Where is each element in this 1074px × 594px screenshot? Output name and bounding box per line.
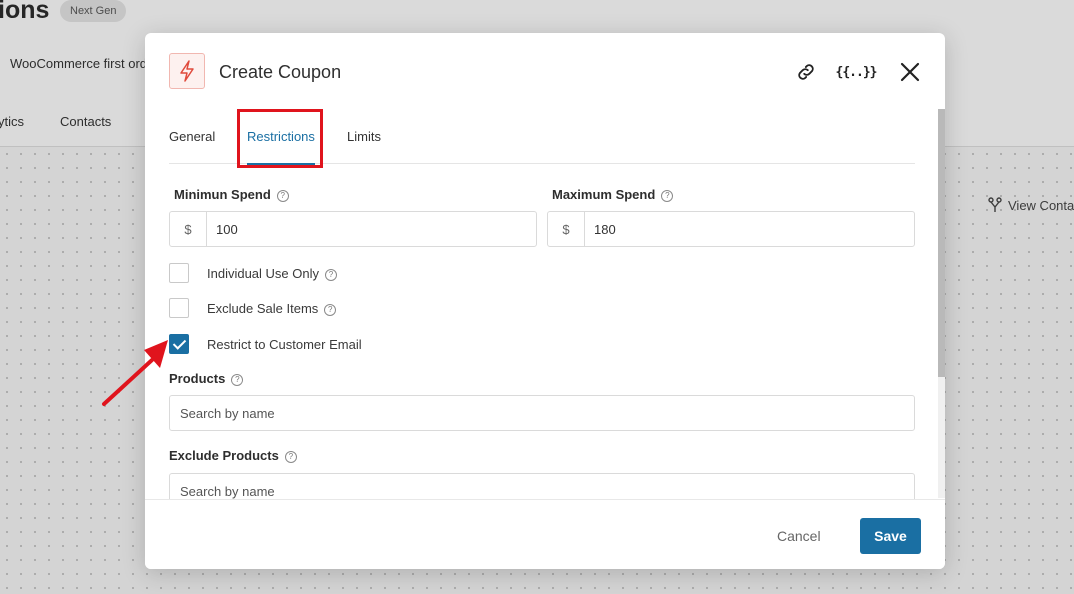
coupon-action-icon: [169, 53, 205, 89]
tab-limits[interactable]: Limits: [347, 129, 381, 144]
annotation-arrow-icon: [102, 340, 168, 406]
products-label: Products?: [169, 371, 244, 386]
currency-prefix: $: [548, 212, 585, 246]
modal-title: Create Coupon: [219, 62, 342, 82]
close-icon: [900, 62, 920, 82]
minimum-spend-label: Minimun Spend?: [174, 187, 289, 202]
create-coupon-modal: Create Coupon {{..}} General Restriction…: [145, 33, 945, 569]
exclude-products-label: Exclude Products?: [169, 448, 297, 463]
question-circle-icon: ?: [276, 190, 289, 202]
maximum-spend-field[interactable]: $ 180: [547, 211, 915, 247]
modal-scrollbar-thumb[interactable]: [938, 109, 945, 377]
individual-use-checkbox[interactable]: [169, 263, 189, 283]
question-circle-icon: ?: [325, 269, 337, 281]
question-circle-icon: ?: [231, 374, 244, 386]
save-button[interactable]: Save: [860, 518, 921, 554]
question-circle-icon: ?: [284, 451, 297, 463]
question-circle-icon: ?: [661, 190, 674, 202]
maximum-spend-input[interactable]: 180: [585, 212, 914, 246]
close-button[interactable]: [897, 59, 923, 85]
cancel-button[interactable]: Cancel: [777, 528, 821, 544]
restrict-customer-email-label: Restrict to Customer Email: [207, 337, 362, 352]
individual-use-label: Individual Use Only?: [207, 266, 337, 281]
question-circle-icon: ?: [324, 304, 337, 316]
lightning-bolt-icon: [180, 60, 194, 82]
merge-tags-icon: {{..}}: [835, 64, 878, 80]
modal-footer: Cancel Save: [145, 499, 945, 569]
link-icon: [798, 64, 814, 80]
merge-tags-button[interactable]: {{..}}: [836, 59, 878, 85]
maximum-spend-label: Maximum Spend?: [552, 187, 674, 202]
tab-general[interactable]: General: [169, 129, 215, 144]
currency-prefix: $: [170, 212, 207, 246]
tab-highlight-box: [237, 109, 323, 168]
products-search-input[interactable]: Search by name: [169, 395, 915, 431]
minimum-spend-field[interactable]: $ 100: [169, 211, 537, 247]
copy-link-button[interactable]: [793, 59, 819, 85]
exclude-sale-items-checkbox[interactable]: [169, 298, 189, 318]
exclude-sale-items-label: Exclude Sale Items?: [207, 301, 337, 316]
minimum-spend-input[interactable]: 100: [207, 212, 536, 246]
